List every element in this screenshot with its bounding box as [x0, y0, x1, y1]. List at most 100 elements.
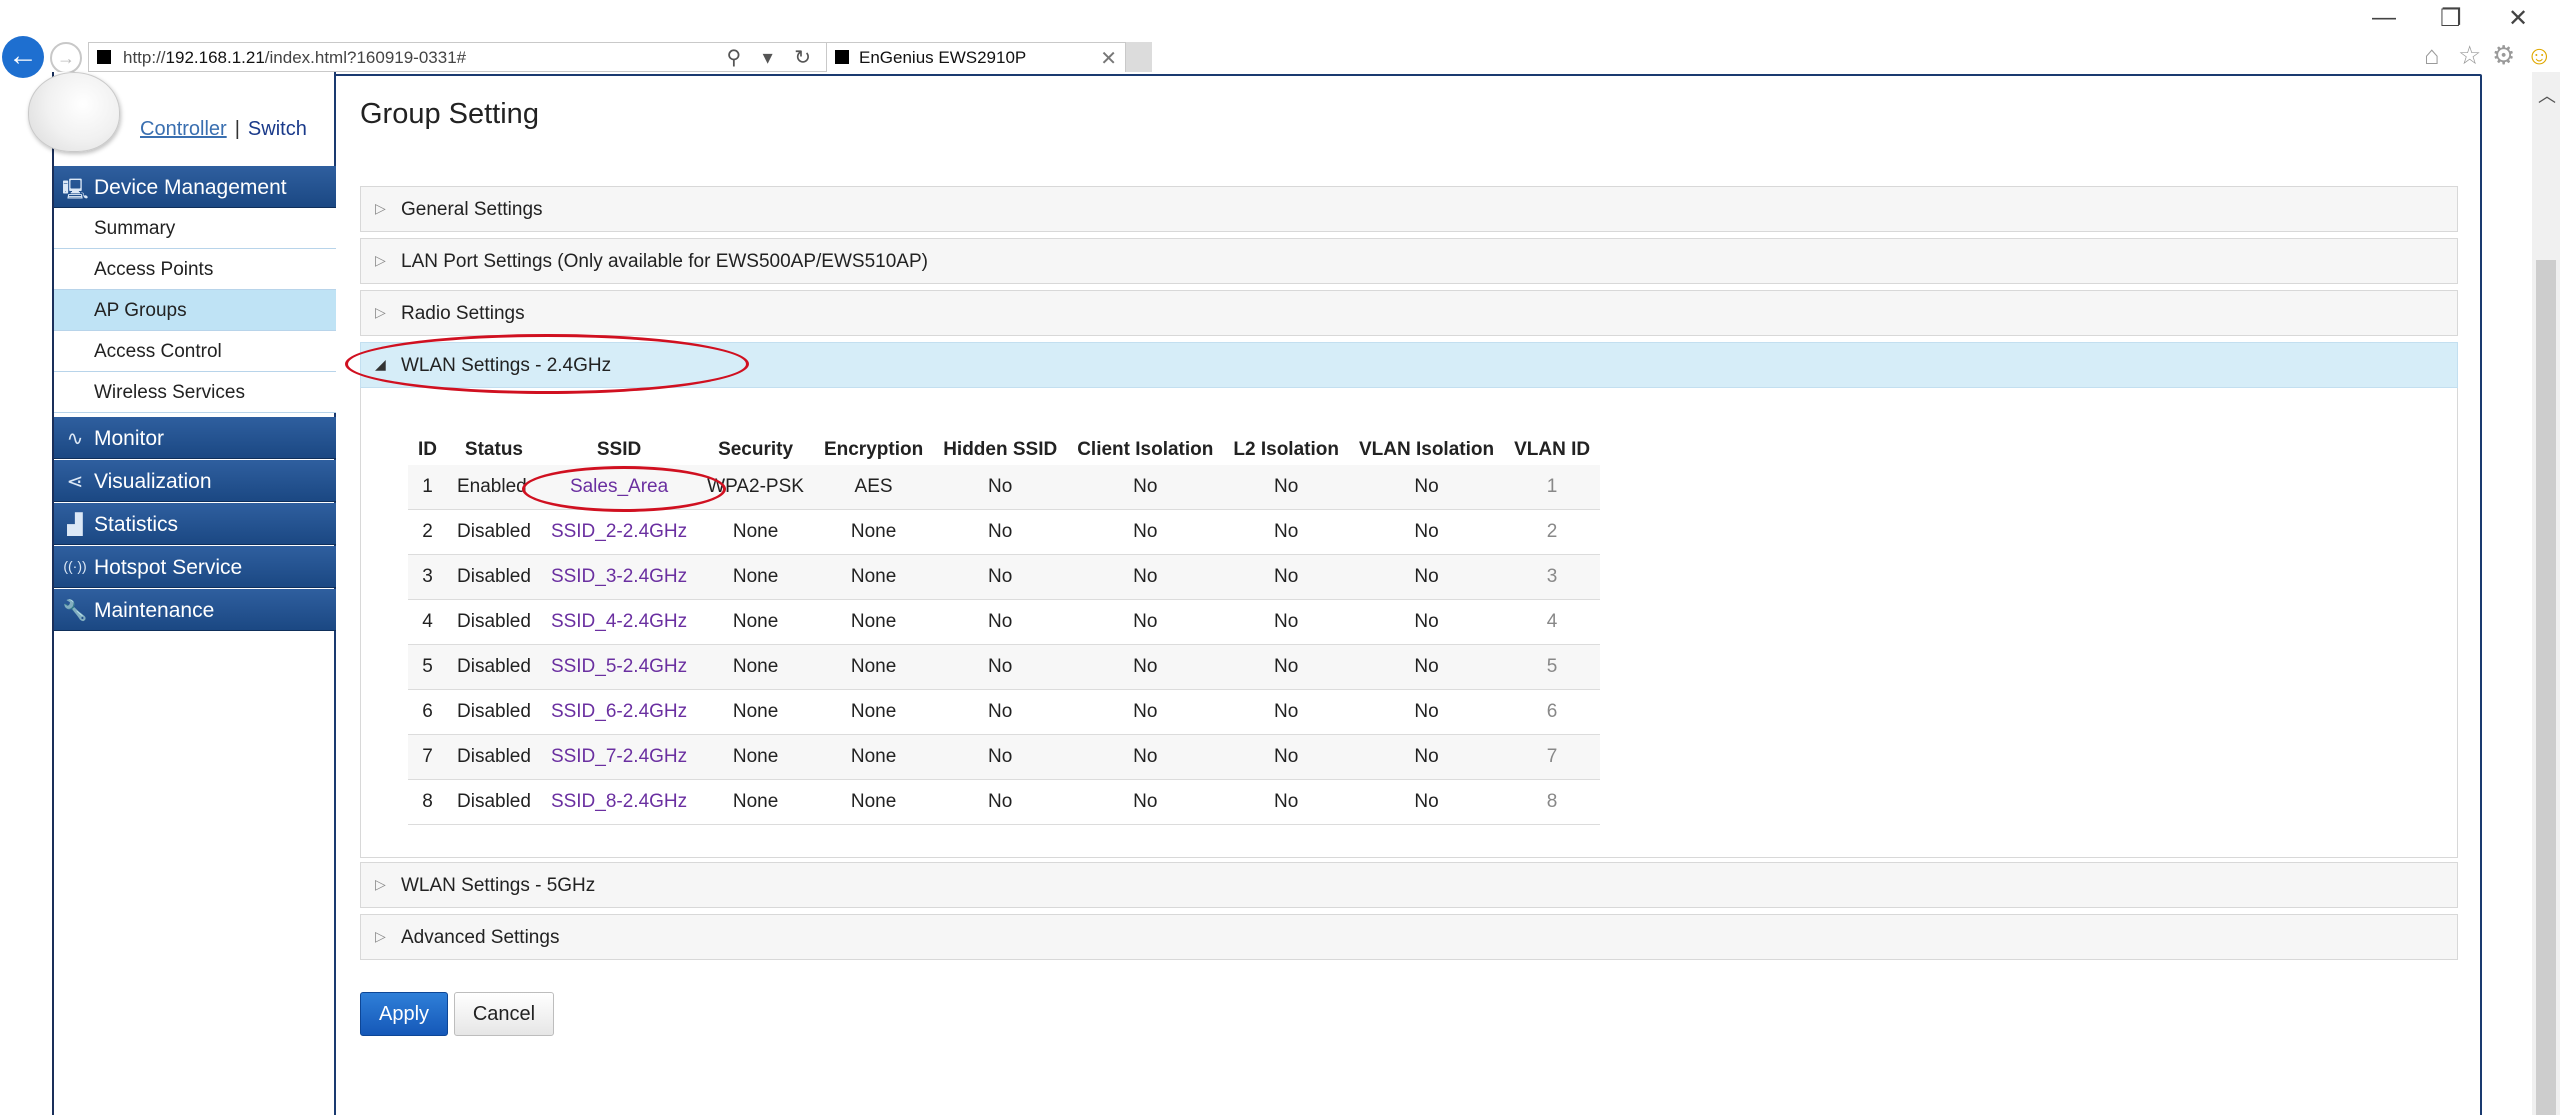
cell-id: 3 [408, 554, 447, 600]
scroll-up-icon[interactable]: ︿ [2538, 82, 2556, 108]
back-icon[interactable]: ← [2, 36, 44, 78]
cell-id: 8 [408, 779, 447, 825]
cell-hidden-ssid: No [933, 554, 1068, 600]
section-label: Advanced Settings [401, 927, 560, 948]
table-row: 1 Enabled Sales_Area WPA2-PSK AES No No No No 1 [408, 464, 1601, 510]
cell-vlan-id: 2 [1504, 509, 1601, 555]
cell-ssid[interactable]: SSID_6-2.4GHz [540, 689, 698, 735]
section-wlan-24ghz[interactable]: ◢ WLAN Settings - 2.4GHz [360, 342, 2458, 388]
tab-close-icon[interactable]: ✕ [1100, 46, 1117, 71]
browser-tab[interactable]: EnGenius EWS2910P ✕ [826, 42, 1126, 72]
cell-ssid[interactable]: SSID_4-2.4GHz [540, 599, 698, 645]
cell-client-isolation: No [1067, 599, 1224, 645]
table-row: 8 Disabled SSID_8-2.4GHz None None No No No No 8 [408, 779, 1601, 825]
minimize-icon[interactable]: — [2372, 4, 2396, 32]
content-border-right [2480, 76, 2482, 1115]
cell-hidden-ssid: No [933, 644, 1068, 690]
cell-id: 7 [408, 734, 447, 780]
cell-hidden-ssid: No [933, 689, 1068, 735]
cell-id: 1 [408, 464, 447, 510]
sidebar-head-maintenance[interactable]: 🔧 Maintenance [54, 589, 336, 631]
cell-l2-isolation: No [1223, 464, 1349, 510]
cell-ssid[interactable]: SSID_8-2.4GHz [540, 779, 698, 825]
cell-vlan-id: 7 [1504, 734, 1601, 780]
section-radio-settings[interactable]: ▷ Radio Settings [360, 290, 2458, 336]
cell-id: 2 [408, 509, 447, 555]
section-wlan-5ghz[interactable]: ▷ WLAN Settings - 5GHz [360, 862, 2458, 908]
sidebar-item-access-control[interactable]: Access Control [54, 331, 336, 372]
content-border-top [336, 74, 2482, 76]
col-security: Security [697, 436, 814, 465]
table-row: 5 Disabled SSID_5-2.4GHz None None No No No No 5 [408, 644, 1601, 690]
cell-encryption: None [813, 509, 934, 555]
sidebar-head-visualization[interactable]: ⋖ Visualization [54, 460, 336, 502]
controller-link[interactable]: Controller [140, 118, 227, 140]
section-label: General Settings [401, 199, 543, 220]
address-url[interactable]: http://192.168.1.21/index.html?160919-03… [123, 48, 466, 68]
sidebar-item-summary[interactable]: Summary [54, 208, 336, 249]
cell-vlan-isolation: No [1348, 779, 1505, 825]
section-label: Radio Settings [401, 303, 525, 324]
forward-icon[interactable]: → [50, 42, 82, 74]
chart-icon: ▟ [67, 514, 83, 536]
cell-ssid[interactable]: SSID_2-2.4GHz [540, 509, 698, 555]
sidebar-item-access-points[interactable]: Access Points [54, 249, 336, 290]
sidebar-head-hotspot-service[interactable]: ((·)) Hotspot Service [54, 546, 336, 588]
cell-ssid[interactable]: Sales_Area [540, 464, 698, 510]
settings-icon[interactable]: ⚙ [2492, 40, 2515, 71]
sidebar-head-statistics[interactable]: ▟ Statistics [54, 503, 336, 545]
sidebar-head-device-management[interactable]: 🖳 Device Management [54, 166, 336, 208]
cell-ssid[interactable]: SSID_7-2.4GHz [540, 734, 698, 780]
cell-security: None [697, 644, 814, 690]
url-prefix: http:// [123, 48, 166, 67]
favorites-icon[interactable]: ☆ [2458, 40, 2481, 71]
sidebar-head-label: Device Management [94, 176, 287, 199]
cell-status: Enabled [447, 464, 541, 510]
sidebar-item-ap-groups[interactable]: AP Groups [54, 290, 336, 331]
share-icon: ⋖ [66, 471, 84, 493]
tab-title: EnGenius EWS2910P [859, 48, 1027, 67]
scrollbar-thumb[interactable] [2536, 260, 2556, 1115]
sidebar-head-label: Visualization [94, 470, 212, 493]
device-management-icon: 🖳 [62, 179, 89, 201]
sidebar-item-wireless-services[interactable]: Wireless Services [54, 372, 336, 413]
table-row: 2 Disabled SSID_2-2.4GHz None None No No No No 2 [408, 509, 1601, 555]
cell-vlan-id: 4 [1504, 599, 1601, 645]
address-bar[interactable]: http://192.168.1.21/index.html?160919-03… [88, 42, 828, 72]
table-row: 4 Disabled SSID_4-2.4GHz None None No No No No 4 [408, 599, 1601, 645]
site-favicon-icon [97, 50, 111, 64]
table-header-row: ID Status SSID Security Encryption Hidde… [408, 436, 1601, 465]
cancel-button[interactable]: Cancel [454, 992, 554, 1036]
cell-vlan-isolation: No [1348, 509, 1505, 555]
cell-id: 5 [408, 644, 447, 690]
cell-l2-isolation: No [1223, 509, 1349, 555]
switch-link[interactable]: Switch [248, 118, 307, 140]
mode-switcher: Controller | Switch [140, 118, 307, 141]
cell-hidden-ssid: No [933, 509, 1068, 555]
feedback-icon[interactable]: ☺ [2526, 40, 2553, 71]
collapse-icon: ◢ [375, 356, 386, 372]
close-window-icon[interactable]: ✕ [2508, 4, 2528, 33]
cell-ssid[interactable]: SSID_5-2.4GHz [540, 644, 698, 690]
cell-encryption: None [813, 689, 934, 735]
cell-ssid[interactable]: SSID_3-2.4GHz [540, 554, 698, 600]
cell-encryption: None [813, 734, 934, 780]
home-icon[interactable]: ⌂ [2424, 40, 2440, 71]
cell-l2-isolation: No [1223, 779, 1349, 825]
section-advanced-settings[interactable]: ▷ Advanced Settings [360, 914, 2458, 960]
sidebar-head-label: Hotspot Service [94, 556, 243, 579]
cell-client-isolation: No [1067, 464, 1224, 510]
table-row: 7 Disabled SSID_7-2.4GHz None None No No No No 7 [408, 734, 1601, 780]
vertical-scrollbar[interactable]: ︿ [2532, 72, 2560, 1115]
apply-button[interactable]: Apply [360, 992, 448, 1036]
address-tools-icon[interactable]: ⚲ ▾ ↻ [726, 45, 819, 70]
new-tab-button[interactable] [1126, 42, 1152, 72]
cell-l2-isolation: No [1223, 689, 1349, 735]
cell-status: Disabled [447, 509, 541, 555]
section-lan-port-settings[interactable]: ▷ LAN Port Settings (Only available for … [360, 238, 2458, 284]
expand-icon: ▷ [375, 252, 386, 268]
sidebar-head-monitor[interactable]: ∿ Monitor [54, 417, 336, 459]
section-general-settings[interactable]: ▷ General Settings [360, 186, 2458, 232]
cell-l2-isolation: No [1223, 644, 1349, 690]
restore-icon[interactable]: ❐ [2440, 4, 2462, 33]
